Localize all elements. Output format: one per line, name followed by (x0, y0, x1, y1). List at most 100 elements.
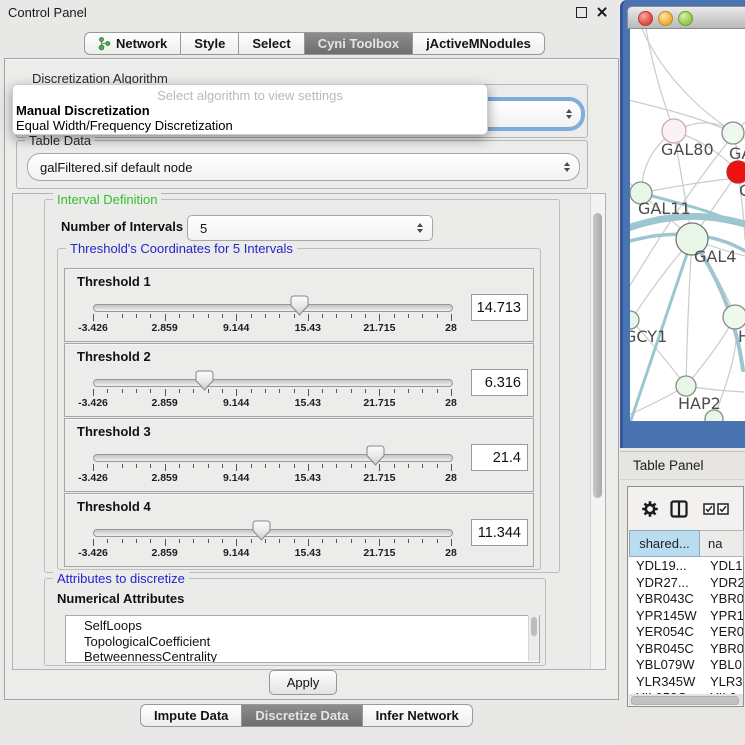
slider-track[interactable] (93, 379, 453, 387)
settings-gear-icon[interactable] (641, 500, 659, 518)
tick-mark (251, 389, 252, 393)
network-canvas[interactable]: GAL80GACGAL11GAL4GCY1HHAP2 (630, 29, 745, 421)
threshold-panel-1: Threshold 1-3.4262.8599.14415.4321.71528… (64, 268, 534, 342)
table-row[interactable]: YBR043CYBR0... (629, 590, 743, 607)
tick-mark (222, 539, 223, 543)
mode-tab-impute-data[interactable]: Impute Data (140, 704, 242, 727)
tab-select[interactable]: Select (239, 32, 304, 55)
table-row[interactable]: YPR145WYPR1... (629, 607, 743, 624)
node-label: HAP2 (678, 394, 721, 413)
tick-mark (422, 539, 423, 543)
network-node[interactable] (676, 376, 696, 396)
zoom-window-icon[interactable] (678, 11, 693, 26)
tick-mark (279, 389, 280, 393)
numerical-attributes-label: Numerical Attributes (57, 591, 184, 606)
list-scrollbar[interactable] (528, 615, 539, 661)
table-data-combobox[interactable]: galFiltered.sif default node (27, 153, 580, 181)
slider-track[interactable] (93, 304, 453, 312)
table-row[interactable]: YBL079WYBL0... (629, 656, 743, 673)
mode-tab-label: Discretize Data (255, 708, 348, 723)
tick-mark (236, 389, 237, 396)
threshold-value-field[interactable]: 21.4 (471, 444, 528, 471)
threshold-value-field[interactable]: 11.344 (471, 519, 528, 546)
network-graph[interactable]: GAL80GACGAL11GAL4GCY1HHAP2 (630, 29, 745, 421)
float-panel-icon[interactable] (576, 7, 587, 18)
slider-knob[interactable] (252, 520, 271, 541)
attribute-item[interactable]: TopologicalCoefficient (66, 634, 539, 650)
tick-label: 9.144 (223, 472, 249, 484)
slider-track[interactable] (93, 454, 453, 462)
tick-mark (351, 464, 352, 468)
tick-mark (336, 314, 337, 318)
mode-tab-infer-network[interactable]: Infer Network (363, 704, 473, 727)
tab-cyni-toolbox[interactable]: Cyni Toolbox (305, 32, 413, 55)
checkbox-checked-icon[interactable] (717, 503, 729, 515)
column-header-name[interactable]: na (700, 530, 744, 557)
tick-label: 21.715 (363, 472, 395, 484)
minimize-window-icon[interactable] (658, 11, 673, 26)
table-row[interactable]: YDR27...YDR2... (629, 574, 743, 591)
checkbox-checked-icon[interactable] (703, 503, 715, 515)
tick-mark (294, 464, 295, 468)
tick-mark (265, 314, 266, 318)
tick-mark (322, 314, 323, 318)
tick-mark (294, 389, 295, 393)
tick-mark (408, 389, 409, 393)
tab-style[interactable]: Style (181, 32, 239, 55)
tab-label: Cyni Toolbox (318, 36, 399, 51)
vertical-scrollbar[interactable] (590, 194, 605, 669)
scrollbar-thumb[interactable] (531, 617, 537, 636)
tab-label: Select (252, 36, 290, 51)
slider-knob[interactable] (290, 295, 309, 316)
threshold-value-field[interactable]: 14.713 (471, 294, 528, 321)
numerical-attributes-list[interactable]: SelfLoopsTopologicalCoefficientBetweenne… (65, 615, 540, 663)
table-row[interactable]: YLR345WYLR3... (629, 673, 743, 690)
network-window-titlebar[interactable] (627, 6, 745, 29)
slider-knob[interactable] (195, 370, 214, 391)
tick-mark (136, 539, 137, 543)
table-row[interactable]: YBR045CYBR0... (629, 640, 743, 657)
attribute-item[interactable]: BetweennessCentrality (66, 649, 539, 663)
cell-name: YDR2... (710, 575, 743, 590)
horizontal-scrollbar[interactable] (629, 694, 743, 705)
network-node[interactable] (727, 161, 745, 183)
split-columns-icon[interactable] (670, 500, 688, 518)
mode-tab-bar: Impute Data Discretize Data Infer Network (140, 704, 473, 727)
network-node[interactable] (722, 122, 744, 144)
num-intervals-label: Number of Intervals (61, 219, 183, 234)
tab-jactivemnodules[interactable]: jActiveMNodules (413, 32, 545, 55)
mode-tab-label: Infer Network (376, 708, 459, 723)
slider-track[interactable] (93, 529, 453, 537)
close-window-icon[interactable] (638, 11, 653, 26)
popup-option-equal-width[interactable]: Equal Width/Frequency Discretization (16, 118, 233, 133)
num-intervals-combobox[interactable]: 5 (187, 215, 433, 241)
cell-name: YLR3... (710, 674, 743, 689)
control-panel: Control Panel NetworkStyle Select Cyni Too… (0, 0, 620, 745)
tick-label: -3.426 (78, 472, 108, 484)
close-panel-icon[interactable] (596, 6, 608, 18)
column-header-shared[interactable]: shared... (629, 530, 700, 557)
threshold-label: Threshold 4 (77, 499, 151, 514)
mode-tab-label: Impute Data (154, 708, 228, 723)
tick-mark (236, 464, 237, 471)
scrollbar-thumb[interactable] (631, 696, 739, 705)
tick-mark (379, 539, 380, 546)
threshold-value-field[interactable]: 6.316 (471, 369, 528, 396)
network-node[interactable] (723, 305, 745, 329)
tick-label: 15.43 (295, 472, 321, 484)
tick-label: 28 (445, 472, 457, 484)
tab-label: jActiveMNodules (426, 36, 531, 51)
slider-knob[interactable] (366, 445, 385, 466)
table-row[interactable]: YER054CYER0... (629, 623, 743, 640)
node-label: GCY1 (630, 327, 667, 346)
popup-option-manual[interactable]: Manual Discretization (16, 103, 150, 118)
tick-mark (394, 389, 395, 393)
tick-mark (193, 539, 194, 543)
scrollbar-thumb[interactable] (593, 213, 602, 498)
table-row[interactable]: YDL19...YDL1... (629, 557, 743, 574)
apply-button[interactable]: Apply (269, 670, 337, 695)
tab-network[interactable]: Network (84, 32, 181, 55)
panel-title: Control Panel (8, 5, 87, 20)
attribute-item[interactable]: SelfLoops (66, 616, 539, 634)
mode-tab-discretize-data[interactable]: Discretize Data (242, 704, 362, 727)
